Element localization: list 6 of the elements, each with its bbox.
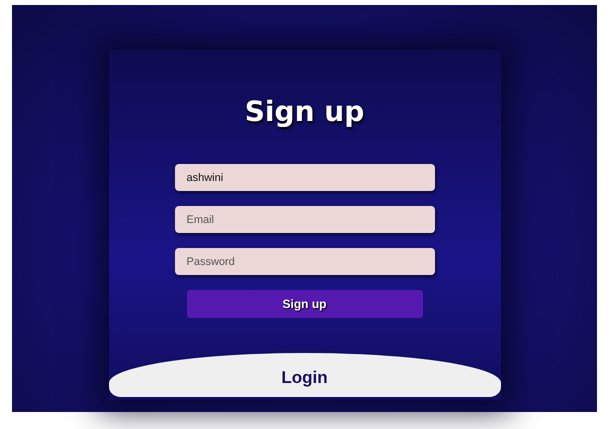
- signup-button[interactable]: Sign up: [186, 290, 422, 318]
- form-title: Sign up: [244, 95, 364, 128]
- input-field[interactable]: ashwini: [174, 164, 434, 191]
- login-button[interactable]: Login: [108, 353, 500, 397]
- input-field[interactable]: Password: [174, 248, 434, 275]
- input-field[interactable]: Email: [174, 206, 434, 233]
